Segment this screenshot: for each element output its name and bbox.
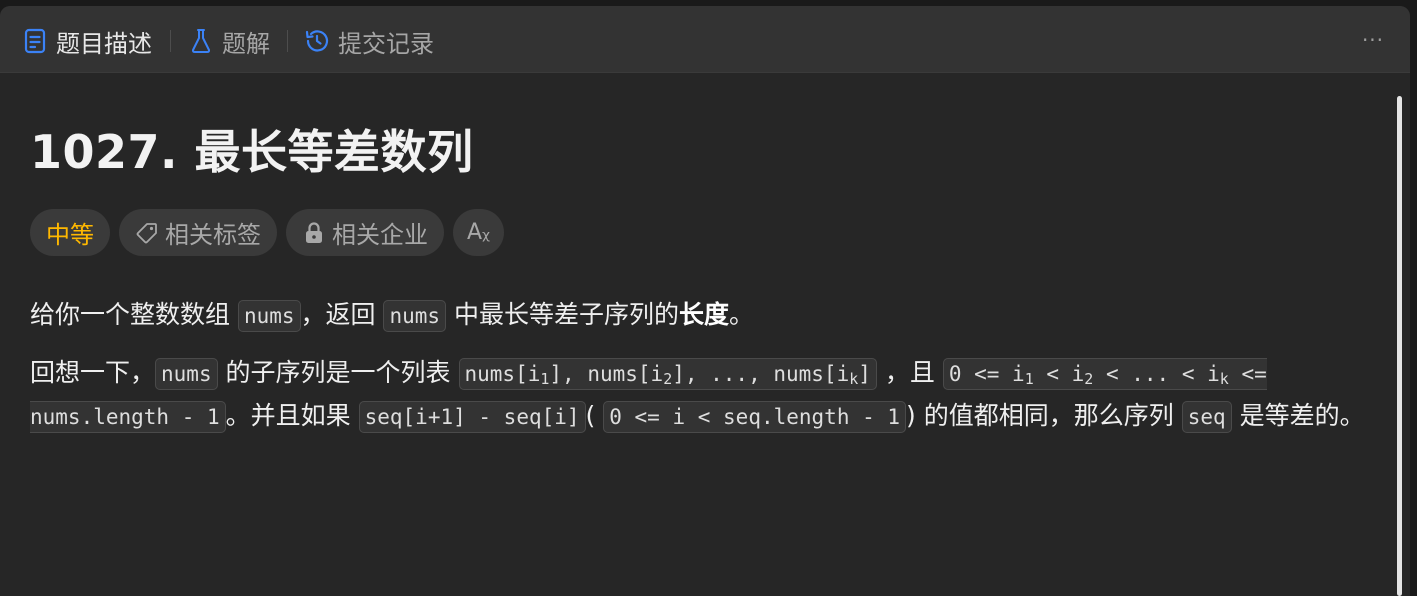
- bold-text: 长度: [679, 300, 730, 329]
- tab-divider: [287, 30, 288, 52]
- difficulty-label: 中等: [46, 221, 94, 249]
- document-icon: [22, 27, 48, 55]
- subscript: 1: [1024, 370, 1034, 388]
- text: ，返回: [300, 300, 384, 329]
- related-tags-label: 相关标签: [165, 221, 261, 249]
- related-companies-label: 相关企业: [332, 221, 428, 249]
- inline-code: nums: [237, 300, 301, 332]
- problem-panel: 题目描述 题解 提交记录 ··· 1027. 最长等差数列 中等 相关标签 相关…: [0, 6, 1410, 596]
- inline-code: nums: [383, 300, 447, 332]
- text: 。: [729, 300, 755, 329]
- code-text: < ... < i: [1093, 362, 1220, 386]
- inline-code: seq: [1181, 401, 1232, 433]
- tab-solutions[interactable]: 题解: [188, 24, 270, 58]
- tab-description-label: 题目描述: [56, 29, 152, 58]
- tag-icon: [135, 221, 159, 245]
- text: ，且: [876, 358, 943, 387]
- code-text: 0 <= i: [948, 362, 1025, 386]
- text: 是等差的。: [1231, 401, 1365, 430]
- code-text: ], ..., nums[i: [672, 362, 850, 386]
- problem-description: 给你一个整数数组 nums ，返回 nums 中最长等差子序列的长度。 回想一下，…: [30, 294, 1375, 453]
- history-icon: [304, 27, 330, 55]
- subscript: k: [1219, 370, 1229, 388]
- translate-button[interactable]: Aᵪ: [453, 209, 505, 256]
- subscript: k: [849, 370, 859, 388]
- tab-submissions[interactable]: 提交记录: [304, 24, 434, 58]
- text: (: [585, 401, 604, 430]
- difficulty-badge: 中等: [30, 209, 110, 256]
- subscript: 2: [663, 370, 673, 388]
- text: 回想一下，: [30, 358, 156, 387]
- tab-divider: [170, 30, 171, 52]
- code-text: ], nums[i: [549, 362, 664, 386]
- tab-description[interactable]: 题目描述: [22, 24, 152, 58]
- tab-submissions-label: 提交记录: [338, 29, 434, 58]
- code-text: nums[i: [464, 362, 541, 386]
- text: 的子序列是一个列表: [217, 358, 459, 387]
- more-options-button[interactable]: ···: [1358, 28, 1388, 52]
- description-paragraph: 给你一个整数数组 nums ，返回 nums 中最长等差子序列的长度。: [30, 294, 1375, 337]
- subscript: 2: [1084, 370, 1094, 388]
- lock-icon: [302, 221, 326, 245]
- text: 中最长等差子序列的: [446, 300, 680, 329]
- text: 给你一个整数数组: [30, 300, 238, 329]
- more-icon: ···: [1361, 28, 1385, 52]
- translate-icon: Aᵪ: [467, 220, 491, 245]
- related-companies-button[interactable]: 相关企业: [286, 209, 444, 256]
- inline-code: seq[i+1] - seq[i]: [358, 401, 586, 433]
- inline-code: nums[i1], nums[i2], ..., nums[ik]: [458, 358, 877, 390]
- tab-bar: 题目描述 题解 提交记录 ···: [0, 6, 1410, 73]
- description-paragraph: 回想一下， nums 的子序列是一个列表 nums[i1], nums[i2], …: [30, 352, 1375, 438]
- inline-code: nums: [155, 358, 218, 390]
- text: ) 的值都相同，那么序列: [906, 401, 1182, 430]
- problem-title: 1027. 最长等差数列: [30, 125, 474, 179]
- text: 。并且如果: [225, 401, 359, 430]
- tag-row: 中等 相关标签 相关企业 Aᵪ: [30, 209, 505, 256]
- code-text: ]: [858, 362, 871, 386]
- related-tags-button[interactable]: 相关标签: [119, 209, 277, 256]
- tab-solutions-label: 题解: [222, 29, 270, 58]
- code-text: < i: [1033, 362, 1085, 386]
- inline-code: 0 <= i < seq.length - 1: [603, 401, 907, 433]
- scrollbar[interactable]: [1397, 96, 1402, 596]
- flask-icon: [188, 27, 214, 55]
